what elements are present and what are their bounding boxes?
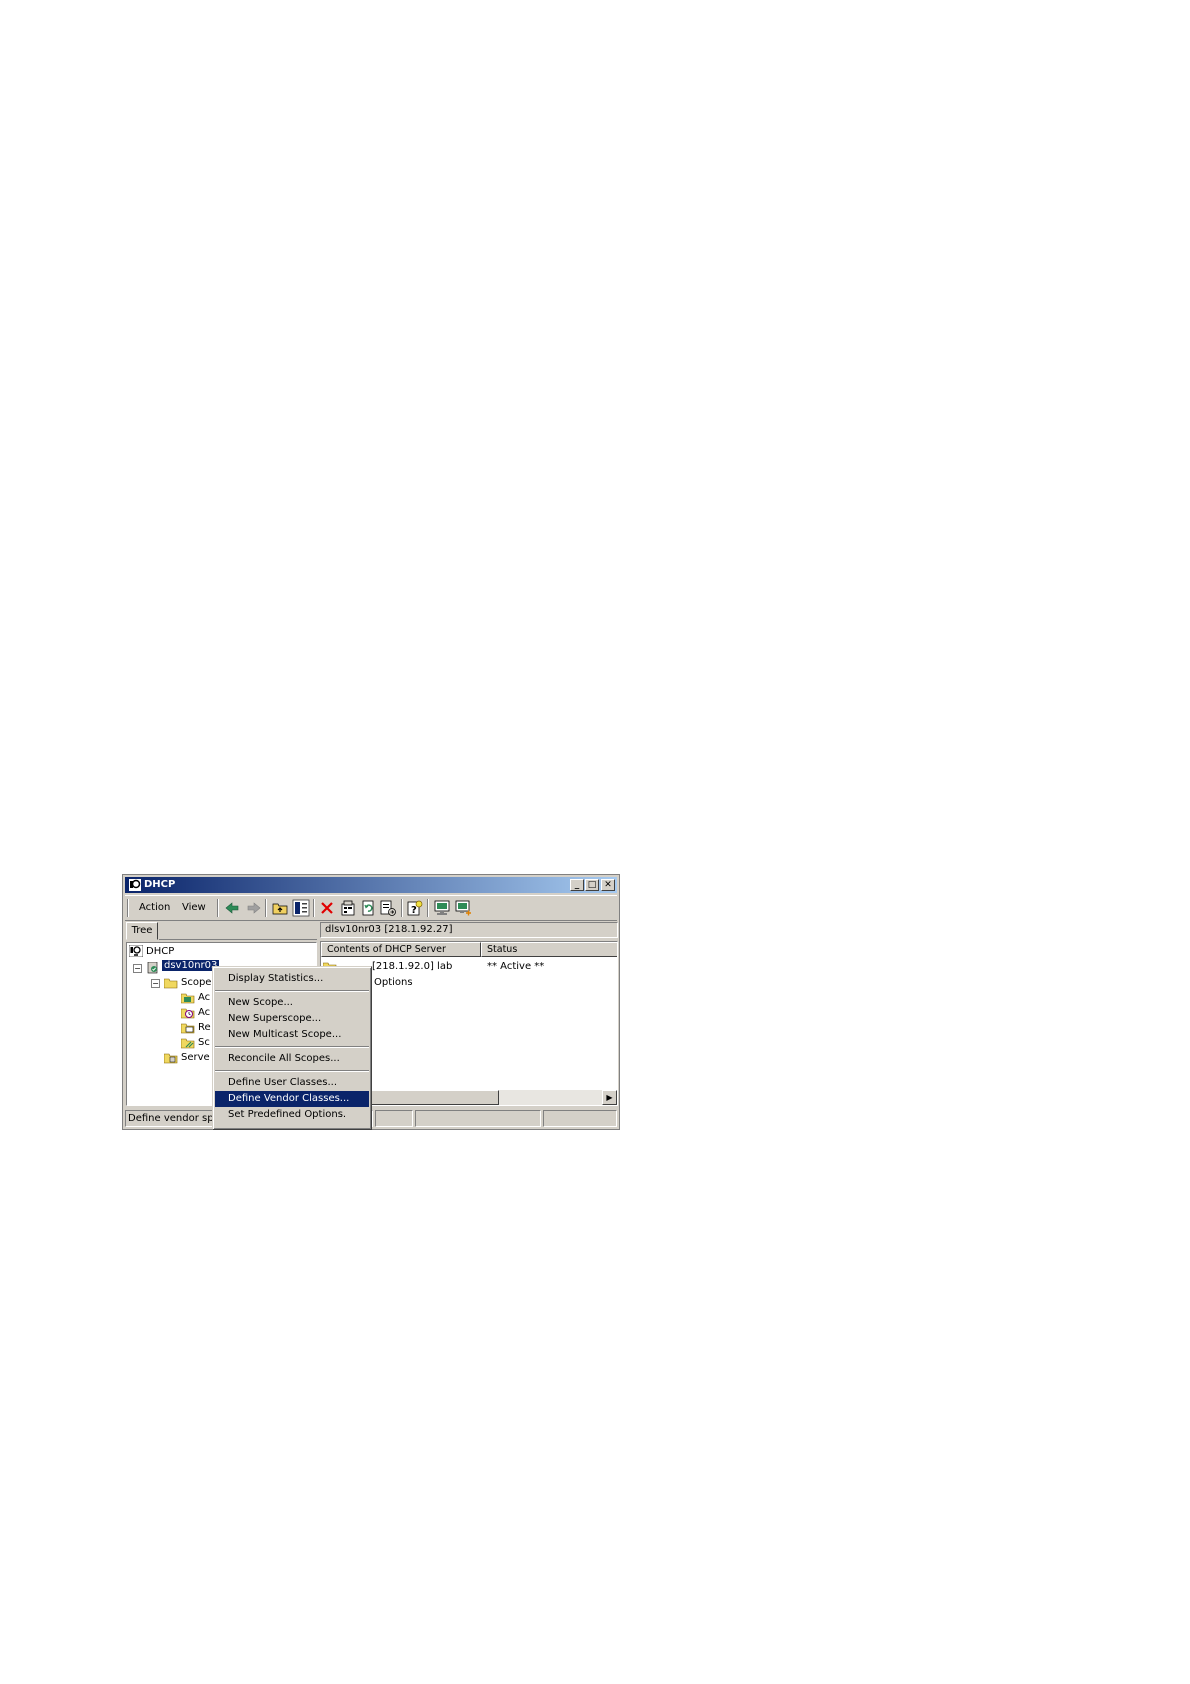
address-pool-icon	[181, 993, 195, 1004]
tree-item-reservations[interactable]: Re	[198, 1022, 211, 1033]
context-menu: Display Statistics... New Scope... New S…	[212, 966, 372, 1130]
server-options-icon	[164, 1053, 178, 1064]
export-list-icon[interactable]	[379, 899, 397, 917]
add-server-icon[interactable]	[454, 899, 472, 917]
toolbar-separator	[427, 899, 429, 917]
tree-item-address-leases[interactable]: Ac	[198, 1007, 210, 1018]
refresh-icon[interactable]	[359, 899, 377, 917]
toolbar-separator	[265, 899, 267, 917]
toolbar-separator	[401, 899, 403, 917]
tree-item-scope[interactable]: Scope	[181, 977, 211, 988]
server-icon[interactable]	[433, 899, 451, 917]
content-header: dlsv10nr03 [218.1.92.27]	[320, 922, 618, 938]
address-leases-icon	[181, 1008, 195, 1019]
toolbar-separator	[217, 899, 219, 917]
menu-item-reconcile-all-scopes[interactable]: Reconcile All Scopes...	[215, 1051, 369, 1067]
back-icon[interactable]	[223, 899, 241, 917]
scope-folder-icon	[164, 978, 178, 989]
svg-text:?: ?	[411, 905, 417, 916]
tree-item-address-pool[interactable]: Ac	[198, 992, 210, 1003]
dhcp-root-icon	[129, 945, 143, 957]
menu-item-new-superscope[interactable]: New Superscope...	[215, 1011, 369, 1027]
toolbar: Action View ?	[125, 895, 617, 921]
title-bar[interactable]: DHCP _ □ ✕	[125, 877, 617, 893]
up-folder-icon[interactable]	[271, 899, 289, 917]
menu-item-set-predefined-options[interactable]: Set Predefined Options.	[215, 1107, 369, 1123]
show-hide-tree-icon[interactable]	[292, 899, 310, 917]
menu-item-display-statistics[interactable]: Display Statistics...	[215, 971, 369, 987]
column-header-contents[interactable]: Contents of DHCP Server	[321, 942, 481, 957]
menu-action[interactable]: Action	[139, 902, 170, 913]
column-header-status[interactable]: Status	[481, 942, 617, 957]
menu-item-new-multicast-scope[interactable]: New Multicast Scope...	[215, 1027, 369, 1043]
status-panel	[415, 1110, 541, 1127]
forward-icon[interactable]	[245, 899, 263, 917]
menu-item-define-vendor-classes[interactable]: Define Vendor Classes...	[215, 1091, 369, 1107]
minimize-button[interactable]: _	[570, 879, 584, 891]
tree-item-scope-options[interactable]: Sc	[198, 1037, 210, 1048]
scroll-right-icon[interactable]: ▶	[602, 1090, 617, 1105]
status-panel	[375, 1110, 413, 1127]
tree-server-node[interactable]: dsv10nr03	[162, 960, 220, 971]
toolbar-separator	[313, 899, 315, 917]
menu-item-new-scope[interactable]: New Scope...	[215, 995, 369, 1011]
server-node-icon	[147, 962, 158, 974]
status-panel	[543, 1110, 617, 1127]
menu-separator	[215, 1046, 369, 1048]
list-item-scope-status: ** Active **	[487, 961, 545, 972]
menu-separator	[215, 1070, 369, 1072]
scope-options-icon	[181, 1038, 195, 1049]
help-icon[interactable]: ?	[406, 899, 424, 917]
window-title: DHCP	[144, 879, 176, 890]
properties-icon[interactable]	[339, 899, 357, 917]
tree-root-dhcp[interactable]: DHCP	[146, 946, 174, 957]
tab-strip-line	[159, 939, 317, 940]
menu-separator	[215, 990, 369, 992]
menu-view[interactable]: View	[182, 902, 206, 913]
close-button[interactable]: ✕	[601, 879, 615, 891]
collapse-server-icon[interactable]: −	[133, 964, 142, 973]
delete-icon[interactable]	[318, 899, 336, 917]
maximize-button[interactable]: □	[585, 879, 599, 891]
tree-item-server-options[interactable]: Serve	[181, 1052, 210, 1063]
collapse-scope-icon[interactable]: −	[151, 979, 160, 988]
dhcp-app-icon	[129, 879, 141, 891]
list-item-scope-name[interactable]: [218.1.92.0] lab	[372, 961, 452, 972]
menu-item-define-user-classes[interactable]: Define User Classes...	[215, 1075, 369, 1091]
reservations-icon	[181, 1023, 195, 1034]
toolbar-grip	[127, 899, 129, 917]
list-item-options-name[interactable]: Options	[374, 977, 413, 988]
tab-tree[interactable]: Tree	[126, 922, 158, 940]
